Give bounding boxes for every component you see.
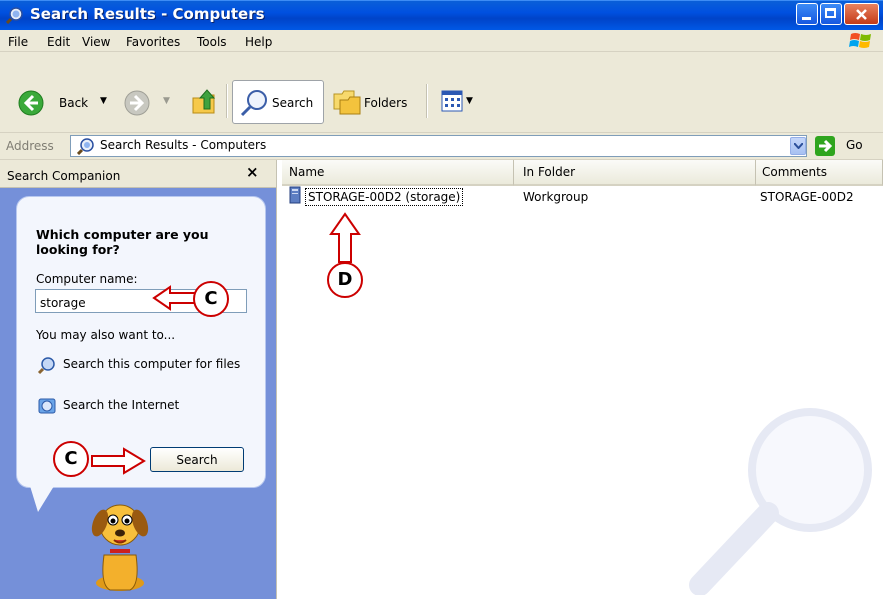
search-results-icon: [77, 138, 94, 155]
views-dropdown-icon[interactable]: ▼: [466, 96, 473, 106]
menu-help[interactable]: Help: [245, 35, 272, 49]
annotation-d-result: D: [327, 262, 363, 298]
menu-view[interactable]: View: [82, 35, 110, 49]
address-value[interactable]: Search Results - Computers: [100, 138, 266, 152]
back-arrow-icon[interactable]: [18, 90, 44, 116]
menu-edit[interactable]: Edit: [47, 35, 70, 49]
search-computer-icon[interactable]: [37, 356, 57, 376]
menu-tools[interactable]: Tools: [197, 35, 227, 49]
folders-icon[interactable]: [332, 88, 362, 116]
annotation-arrow-button: [91, 447, 146, 475]
result-folder[interactable]: Workgroup: [523, 190, 588, 204]
forward-dropdown-icon[interactable]: ▼: [163, 96, 170, 106]
views-icon[interactable]: [441, 90, 463, 112]
search-watermark-icon: [689, 408, 872, 595]
question-heading: Which computer are you looking for?: [36, 227, 209, 257]
search-internet-icon[interactable]: [37, 396, 57, 416]
magnifier-icon: [240, 90, 267, 117]
menu-favorites[interactable]: Favorites: [126, 35, 180, 49]
search-assistant-dog-icon: [91, 504, 149, 591]
maximize-button[interactable]: [820, 3, 842, 25]
folders-label[interactable]: Folders: [364, 96, 407, 110]
search-computer-link[interactable]: Search this computer for files: [63, 357, 243, 372]
toolbar-separator: [426, 84, 428, 118]
also-label: You may also want to...: [36, 328, 176, 342]
go-arrow-icon[interactable]: [815, 136, 835, 156]
menu-file[interactable]: File: [8, 35, 28, 49]
close-button[interactable]: [844, 3, 879, 25]
windows-logo-icon: [849, 33, 871, 48]
annotation-arrow-result: [329, 212, 361, 263]
back-dropdown-icon[interactable]: ▼: [100, 96, 107, 106]
minimize-button[interactable]: [796, 3, 818, 25]
column-label-name: Name: [289, 165, 325, 179]
result-comments[interactable]: STORAGE-00D2: [760, 190, 854, 204]
result-name[interactable]: STORAGE-00D2 (storage): [305, 188, 464, 206]
search-toolbar-label[interactable]: Search: [272, 96, 313, 110]
search-icon: [6, 7, 23, 24]
annotation-c-button: C: [53, 441, 89, 477]
search-button[interactable]: Search: [150, 447, 244, 472]
annotation-arrow-input: [152, 285, 197, 311]
forward-arrow-icon[interactable]: [124, 90, 150, 116]
column-label-comments: Comments: [762, 165, 828, 179]
column-label-folder: In Folder: [523, 165, 576, 179]
search-companion-title: Search Companion: [7, 169, 121, 183]
toolbar-separator: [226, 84, 228, 118]
speech-bubble-tail: [30, 486, 54, 512]
address-label: Address: [6, 139, 54, 153]
back-label[interactable]: Back: [59, 96, 88, 110]
search-internet-link[interactable]: Search the Internet: [63, 398, 179, 412]
address-dropdown-button[interactable]: [790, 137, 806, 155]
annotation-c-input: C: [193, 281, 229, 317]
window-title: Search Results - Computers: [30, 5, 265, 23]
up-folder-icon[interactable]: [190, 86, 218, 116]
computer-name-label: Computer name:: [36, 272, 138, 286]
go-button-label[interactable]: Go: [846, 138, 863, 152]
close-pane-icon[interactable]: ×: [246, 163, 259, 181]
computer-icon[interactable]: [288, 186, 304, 204]
